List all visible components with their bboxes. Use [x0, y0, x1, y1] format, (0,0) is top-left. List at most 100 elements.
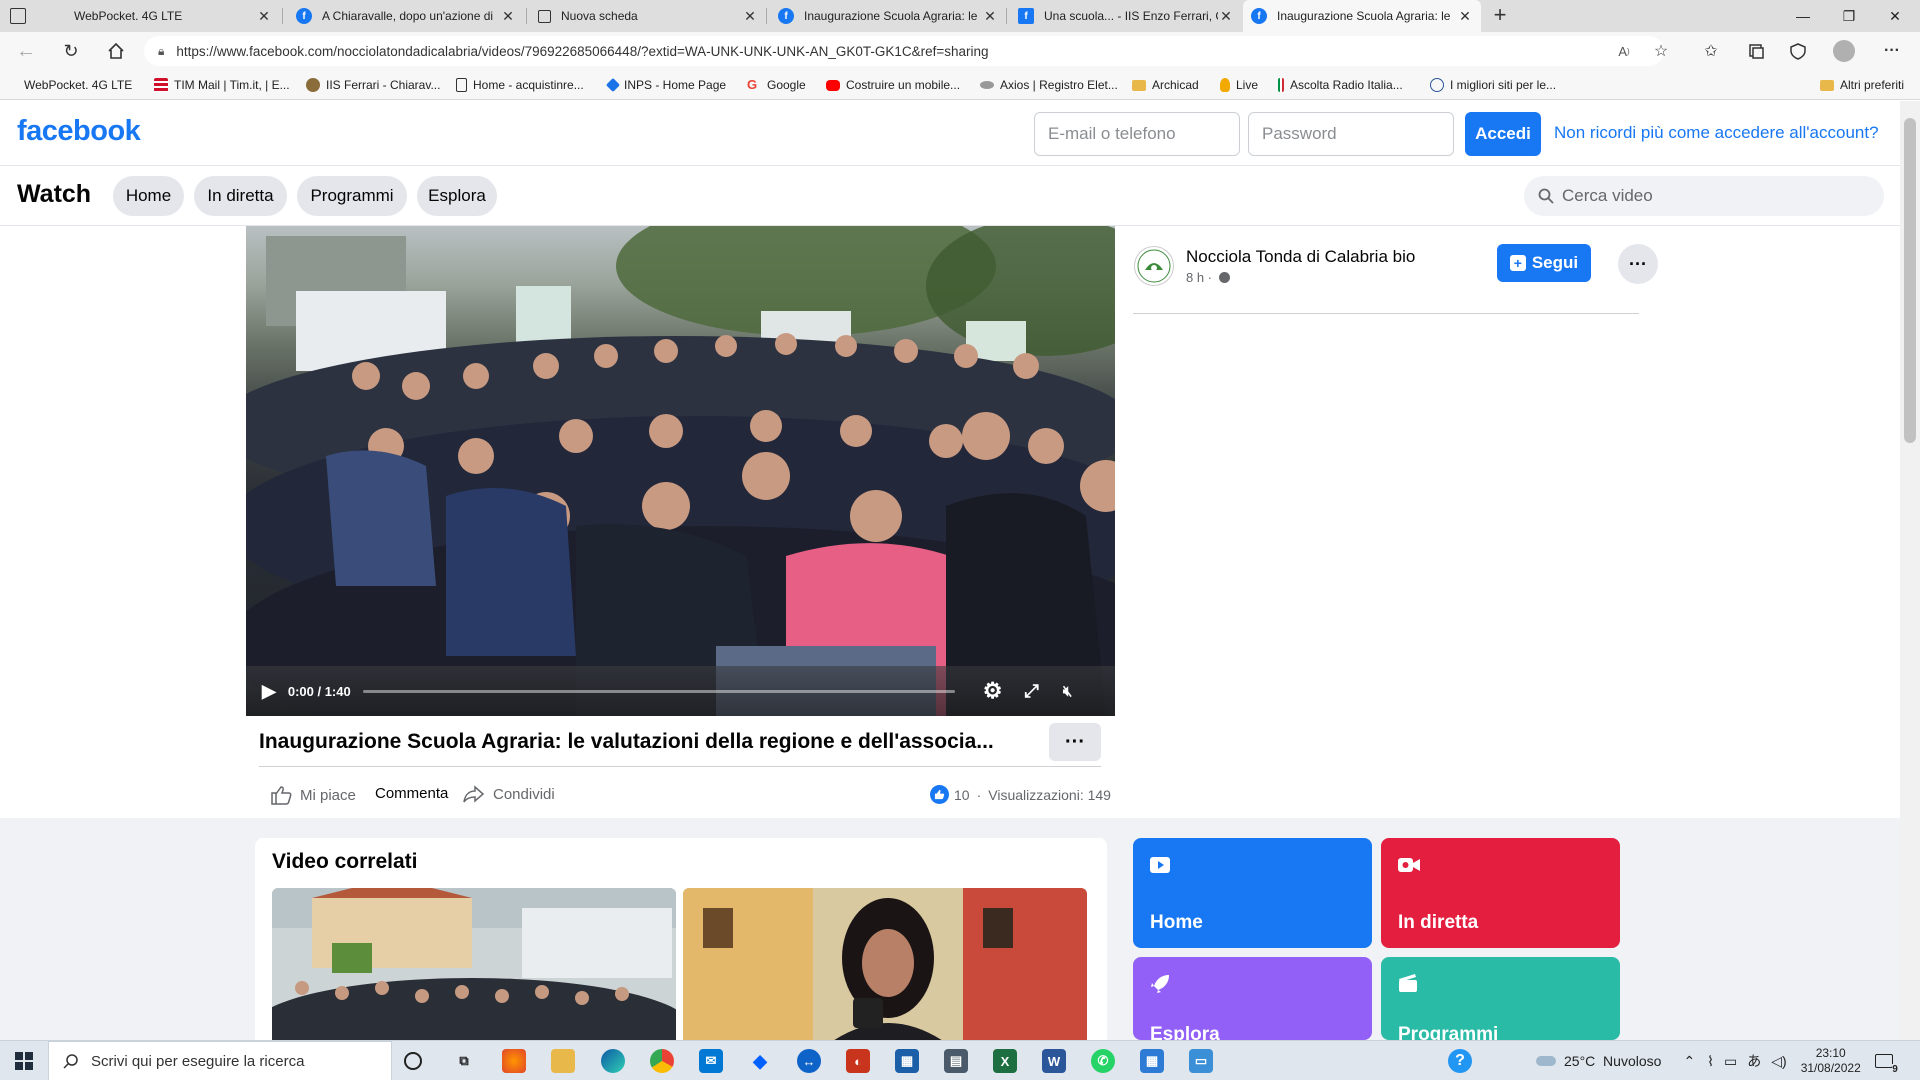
related-video-thumbnail[interactable]: [272, 888, 676, 1040]
browser-tab[interactable]: WebPocket. 4G LTE ✕: [40, 0, 280, 32]
home-icon[interactable]: [100, 36, 132, 66]
email-field[interactable]: E-mail o telefono: [1034, 112, 1240, 156]
minimize-button[interactable]: —: [1780, 0, 1826, 32]
forgot-account-link[interactable]: Non ricordi più come accedere all'accoun…: [1554, 123, 1879, 143]
calculator-icon[interactable]: ▤: [944, 1049, 968, 1073]
chevron-up-icon[interactable]: ⌃: [1683, 1053, 1695, 1070]
scrollbar-thumb[interactable]: [1904, 118, 1916, 443]
lock-icon[interactable]: 🔒︎: [158, 44, 164, 59]
password-field[interactable]: Password: [1248, 112, 1454, 156]
fullscreen-icon[interactable]: ⤢: [1024, 681, 1038, 702]
browser-tab[interactable]: Nuova scheda ✕: [530, 0, 766, 32]
bookmark-item[interactable]: IIS Ferrari - Chiarav...: [306, 75, 440, 95]
related-video-thumbnail[interactable]: [683, 888, 1087, 1040]
excel-icon[interactable]: X: [993, 1049, 1017, 1073]
close-tab-icon[interactable]: ✕: [1457, 8, 1473, 25]
browser-tab[interactable]: f Inaugurazione Scuola Agraria: le ✕: [770, 0, 1006, 32]
new-tab-button[interactable]: +: [1488, 4, 1512, 28]
volume-icon[interactable]: ◁): [1771, 1053, 1786, 1070]
like-button[interactable]: Mi piace: [270, 785, 356, 805]
close-tab-icon[interactable]: ✕: [256, 8, 272, 25]
network-icon[interactable]: ⌇: [1707, 1053, 1714, 1070]
close-tab-icon[interactable]: ✕: [982, 8, 998, 25]
hardware-icon[interactable]: ▭: [1724, 1053, 1737, 1070]
word-icon[interactable]: W: [1042, 1049, 1066, 1073]
close-tab-icon[interactable]: ✕: [742, 8, 758, 25]
bookmark-item[interactable]: G Google: [747, 75, 806, 95]
browser-tab[interactable]: f A Chiaravalle, dopo un'azione di ✕: [288, 0, 524, 32]
reactions-count[interactable]: 10: [954, 787, 970, 803]
add-favorite-icon[interactable]: ☆: [1645, 36, 1677, 66]
close-window-button[interactable]: ✕: [1872, 0, 1918, 32]
follow-button[interactable]: + Segui: [1497, 244, 1591, 282]
bookmark-item[interactable]: Costruire un mobile...: [826, 75, 960, 95]
calendar-icon[interactable]: ▦: [1140, 1049, 1164, 1073]
page-more-button[interactable]: ···: [1618, 244, 1658, 284]
close-tab-icon[interactable]: ✕: [500, 8, 516, 25]
video-search-input[interactable]: Cerca video: [1524, 176, 1884, 216]
refresh-icon[interactable]: ↻: [55, 36, 87, 66]
bookmark-item[interactable]: TIM Mail | Tim.it, | E...: [154, 75, 290, 95]
tile-shows[interactable]: Programmi: [1381, 957, 1620, 1040]
help-icon[interactable]: ?: [1448, 1049, 1472, 1073]
bookmark-item[interactable]: INPS - Home Page: [605, 75, 726, 95]
teamviewer-icon[interactable]: ↔: [797, 1049, 821, 1073]
chrome-icon[interactable]: [650, 1049, 674, 1073]
play-icon[interactable]: ▶: [262, 681, 276, 702]
browser-essentials-icon[interactable]: [1782, 36, 1814, 66]
watch-nav-live[interactable]: In diretta: [194, 176, 287, 216]
tile-live[interactable]: In diretta: [1381, 838, 1620, 948]
clock[interactable]: 23:10 31/08/2022: [1801, 1046, 1861, 1076]
read-aloud-icon[interactable]: A): [1608, 36, 1640, 66]
app-icon[interactable]: ◐: [846, 1049, 870, 1073]
bookmark-item[interactable]: Axios | Registro Elet...: [980, 75, 1118, 95]
page-avatar[interactable]: [1134, 246, 1174, 286]
other-bookmarks[interactable]: Altri preferiti: [1820, 75, 1904, 95]
mail-icon[interactable]: ✉: [699, 1049, 723, 1073]
language-icon[interactable]: あ: [1747, 1051, 1761, 1071]
profile-avatar[interactable]: [1828, 36, 1860, 66]
cortana-icon[interactable]: [404, 1052, 422, 1070]
favorites-icon[interactable]: ✩: [1695, 36, 1727, 66]
bookmark-item[interactable]: Archicad: [1132, 75, 1199, 95]
url-field[interactable]: 🔒︎ https://www.facebook.com/nocciolatond…: [144, 36, 1664, 66]
video-more-button[interactable]: ···: [1049, 723, 1101, 761]
app-icon[interactable]: ▭: [1189, 1049, 1213, 1073]
bookmark-item[interactable]: Home - acquistinre...: [456, 75, 584, 95]
facebook-logo[interactable]: facebook: [17, 115, 141, 148]
watch-nav-home[interactable]: Home: [113, 176, 184, 216]
windows-start-icon[interactable]: [0, 1041, 48, 1080]
tab-actions-icon[interactable]: [10, 8, 26, 24]
watch-nav-explore[interactable]: Esplora: [417, 176, 497, 216]
whatsapp-icon[interactable]: ✆: [1091, 1049, 1115, 1073]
settings-gear-icon[interactable]: ⚙: [983, 678, 1003, 704]
login-button[interactable]: Accedi: [1465, 112, 1541, 156]
task-view-icon[interactable]: ⧉: [452, 1049, 476, 1073]
watch-nav-shows[interactable]: Programmi: [297, 176, 407, 216]
tile-explore[interactable]: Esplora: [1133, 957, 1372, 1040]
firefox-icon[interactable]: [502, 1049, 526, 1073]
file-explorer-icon[interactable]: [551, 1049, 575, 1073]
notifications-icon[interactable]: 9: [1874, 1054, 1898, 1075]
bookmark-item[interactable]: Live: [1220, 75, 1258, 95]
comment-button[interactable]: Commenta: [375, 785, 448, 802]
bookmark-item[interactable]: WebPocket. 4G LTE: [14, 75, 132, 95]
dropbox-icon[interactable]: ◆: [748, 1049, 772, 1073]
progress-bar[interactable]: [362, 689, 955, 693]
weather-text[interactable]: 25°C Nuvoloso: [1564, 1053, 1661, 1069]
bookmark-item[interactable]: I migliori siti per le...: [1430, 75, 1556, 95]
settings-menu-icon[interactable]: ···: [1876, 36, 1908, 66]
browser-tab[interactable]: f Una scuola... - IIS Enzo Ferrari, Ch ✕: [1010, 0, 1242, 32]
app-icon[interactable]: ▦: [895, 1049, 919, 1073]
edge-icon[interactable]: [601, 1049, 625, 1073]
taskbar-search-input[interactable]: Scrivi qui per eseguire la ricerca: [48, 1041, 392, 1080]
restore-button[interactable]: ❐: [1826, 0, 1872, 32]
back-icon[interactable]: ←: [10, 36, 42, 66]
page-name[interactable]: Nocciola Tonda di Calabria bio: [1186, 247, 1415, 267]
tile-home[interactable]: Home: [1133, 838, 1372, 948]
share-button[interactable]: Condividi: [463, 785, 555, 803]
video-player[interactable]: ▶ 0:00 / 1:40 ⚙ ⤢ 🔇︎: [246, 226, 1115, 716]
collections-icon[interactable]: [1740, 36, 1772, 66]
mute-icon[interactable]: 🔇︎: [1063, 683, 1072, 700]
bookmark-item[interactable]: Ascolta Radio Italia...: [1278, 75, 1403, 95]
